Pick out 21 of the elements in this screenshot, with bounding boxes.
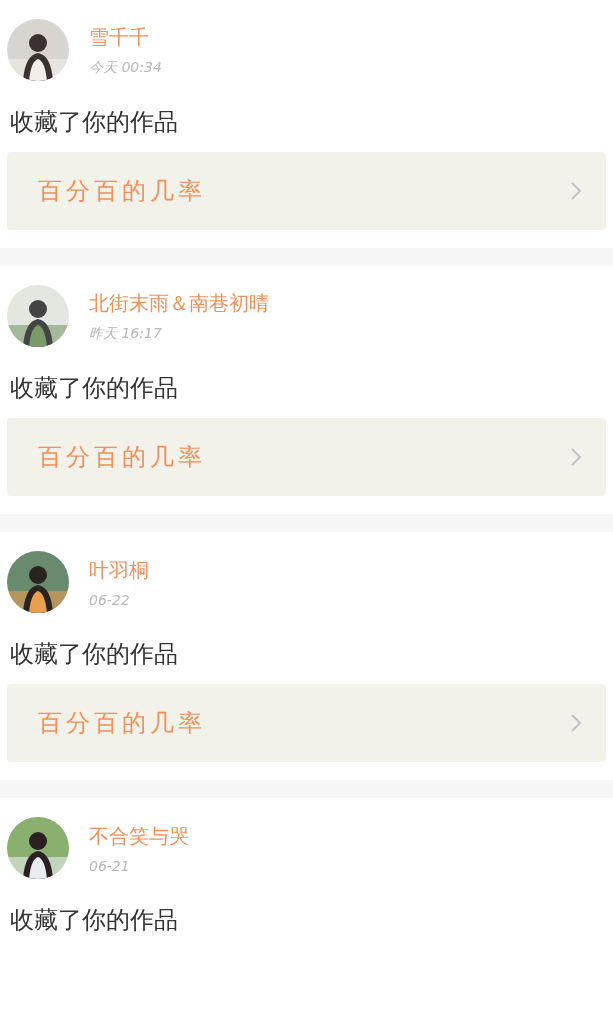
timestamp: 昨天 16:17 [89, 324, 163, 343]
activity-text: 收藏了你的作品 [10, 373, 179, 404]
activity-text: 收藏了你的作品 [10, 905, 179, 936]
work-link-card[interactable]: 百分百的几率 [7, 152, 606, 230]
chevron-right-icon [570, 181, 582, 201]
timestamp: 06-21 [89, 857, 131, 874]
activity-text: 收藏了你的作品 [10, 107, 179, 138]
chevron-right-icon [570, 713, 582, 733]
timestamp: 06-22 [89, 591, 131, 608]
work-title: 百分百的几率 [38, 176, 206, 207]
timestamp: 今天 00:34 [89, 58, 162, 77]
user-name[interactable]: 不合笑与哭 [89, 822, 189, 850]
work-title: 百分百的几率 [38, 442, 206, 473]
user-name[interactable]: 雪千千 [89, 23, 162, 51]
user-name[interactable]: 叶羽桐 [89, 556, 149, 584]
work-link-card[interactable]: 百分百的几率 [7, 684, 606, 762]
chevron-right-icon [570, 447, 582, 467]
user-name[interactable]: 北街末雨＆南巷初晴 [89, 289, 269, 317]
work-title: 百分百的几率 [38, 708, 206, 739]
activity-text: 收藏了你的作品 [10, 639, 179, 670]
work-link-card[interactable]: 百分百的几率 [7, 418, 606, 496]
